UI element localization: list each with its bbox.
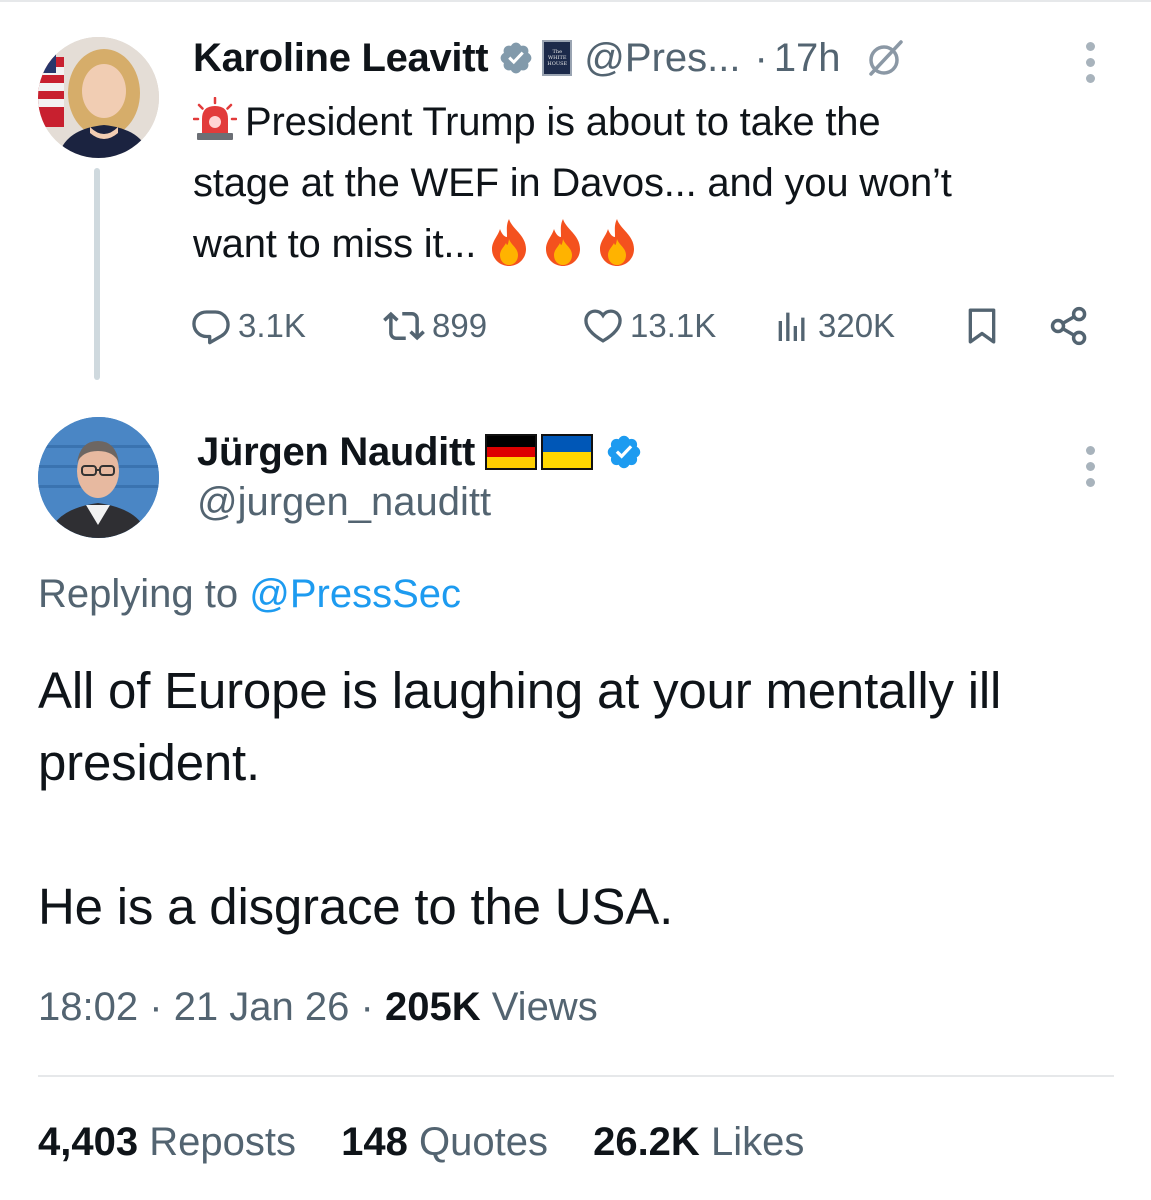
- parent-text-line-1-text: President Trump is about to take the: [245, 100, 881, 144]
- parent-text-line-2: stage at the WEF in Davos... and you won…: [193, 161, 952, 205]
- repost-count: 899: [432, 307, 488, 344]
- parent-author-avatar[interactable]: [38, 37, 159, 158]
- reply-icon: [192, 310, 230, 345]
- tweet-metadata: 18:02 · 21 Jan 26 · 205K Views: [38, 985, 598, 1030]
- main-tweet-header: Jürgen Nauditt: [197, 423, 643, 481]
- views-button[interactable]: 320K: [772, 300, 895, 352]
- replying-to-mention[interactable]: @PressSec: [249, 572, 461, 616]
- meta-separator-1: ·: [149, 985, 163, 1029]
- repost-button[interactable]: 899: [382, 300, 487, 352]
- tweet-views-label: Views: [491, 985, 598, 1029]
- quotes-stat-label: Quotes: [418, 1120, 548, 1164]
- quotes-stat-count: 148: [341, 1120, 408, 1164]
- main-author-name[interactable]: Jürgen Nauditt: [197, 430, 475, 475]
- parent-author-name[interactable]: Karoline Leavitt: [193, 36, 489, 81]
- replying-to-line: Replying to @PressSec: [38, 572, 461, 617]
- parent-text-line-1: President Trump is about to take the: [193, 92, 1093, 153]
- share-icon: [1050, 306, 1087, 346]
- quotes-stat[interactable]: 148 Quotes: [341, 1120, 548, 1164]
- fire-emoji-icon: [600, 219, 635, 266]
- white-house-affiliation-icon[interactable]: The WHITE HOUSE: [542, 40, 573, 76]
- header-separator: ·: [754, 35, 768, 80]
- likes-stat[interactable]: 26.2K Likes: [593, 1120, 804, 1164]
- reply-button[interactable]: 3.1K: [190, 300, 306, 352]
- parent-tweet-time[interactable]: 17h: [774, 36, 841, 81]
- thread-connector-line: [94, 168, 100, 380]
- parent-text-line-3-text: want to miss it...: [193, 222, 477, 266]
- blue-verified-badge-icon: [607, 435, 641, 469]
- top-divider: [0, 0, 1151, 2]
- bookmark-icon: [968, 308, 996, 344]
- heart-icon: [584, 309, 622, 343]
- share-button[interactable]: [1046, 300, 1092, 352]
- parent-action-bar: 3.1K 899 13.1K 320K: [190, 300, 1100, 352]
- grok-icon[interactable]: [863, 36, 907, 80]
- views-chart-icon: [778, 312, 805, 341]
- main-tweet-text: All of Europe is laughing at your mental…: [38, 655, 1118, 943]
- germany-flag-icon: [485, 434, 538, 470]
- rotating-light-emoji-icon: [193, 97, 237, 140]
- engagement-stats: 4,403 Reposts 148 Quotes 26.2K Likes: [38, 1120, 838, 1165]
- parent-more-options-icon[interactable]: [1084, 42, 1096, 83]
- likes-stat-count: 26.2K: [593, 1120, 700, 1164]
- parent-tweet-header: Karoline Leavitt The WHITE HOUSE @Pres..…: [193, 30, 907, 86]
- main-author-avatar[interactable]: [38, 417, 159, 538]
- main-author-handle[interactable]: @jurgen_nauditt: [197, 480, 491, 525]
- like-count: 13.1K: [630, 307, 717, 344]
- gray-verified-badge-icon: [500, 42, 532, 74]
- tweet-time[interactable]: 18:02: [38, 985, 138, 1029]
- main-text-paragraph-2: He is a disgrace to the USA.: [38, 878, 674, 935]
- ukraine-flag-icon: [541, 434, 594, 470]
- meta-separator-2: ·: [360, 985, 374, 1029]
- tweet-date[interactable]: 21 Jan 26: [174, 985, 350, 1029]
- reposts-stat-count: 4,403: [38, 1120, 139, 1164]
- replying-to-label: Replying to: [38, 572, 239, 616]
- fire-emoji-icon: [492, 219, 527, 266]
- stats-divider: [38, 1075, 1114, 1077]
- repost-icon: [383, 311, 425, 341]
- views-count: 320K: [818, 307, 896, 344]
- main-more-options-icon[interactable]: [1084, 446, 1096, 487]
- parent-author-handle[interactable]: @Pres...: [584, 36, 740, 81]
- parent-text-line-3: want to miss it...: [193, 214, 1093, 275]
- reply-count: 3.1K: [238, 307, 306, 344]
- parent-tweet-text: President Trump is about to take the sta…: [193, 92, 1093, 275]
- bookmark-button[interactable]: [962, 300, 1002, 352]
- reposts-stat[interactable]: 4,403 Reposts: [38, 1120, 296, 1164]
- like-button[interactable]: 13.1K: [582, 300, 716, 352]
- likes-stat-label: Likes: [710, 1120, 805, 1164]
- gov-badge-line-3: HOUSE: [547, 61, 568, 67]
- tweet-views-count: 205K: [384, 985, 481, 1029]
- reposts-stat-label: Reposts: [149, 1120, 296, 1164]
- fire-emoji-icon: [546, 219, 581, 266]
- main-text-paragraph-1: All of Europe is laughing at your mental…: [38, 662, 1002, 791]
